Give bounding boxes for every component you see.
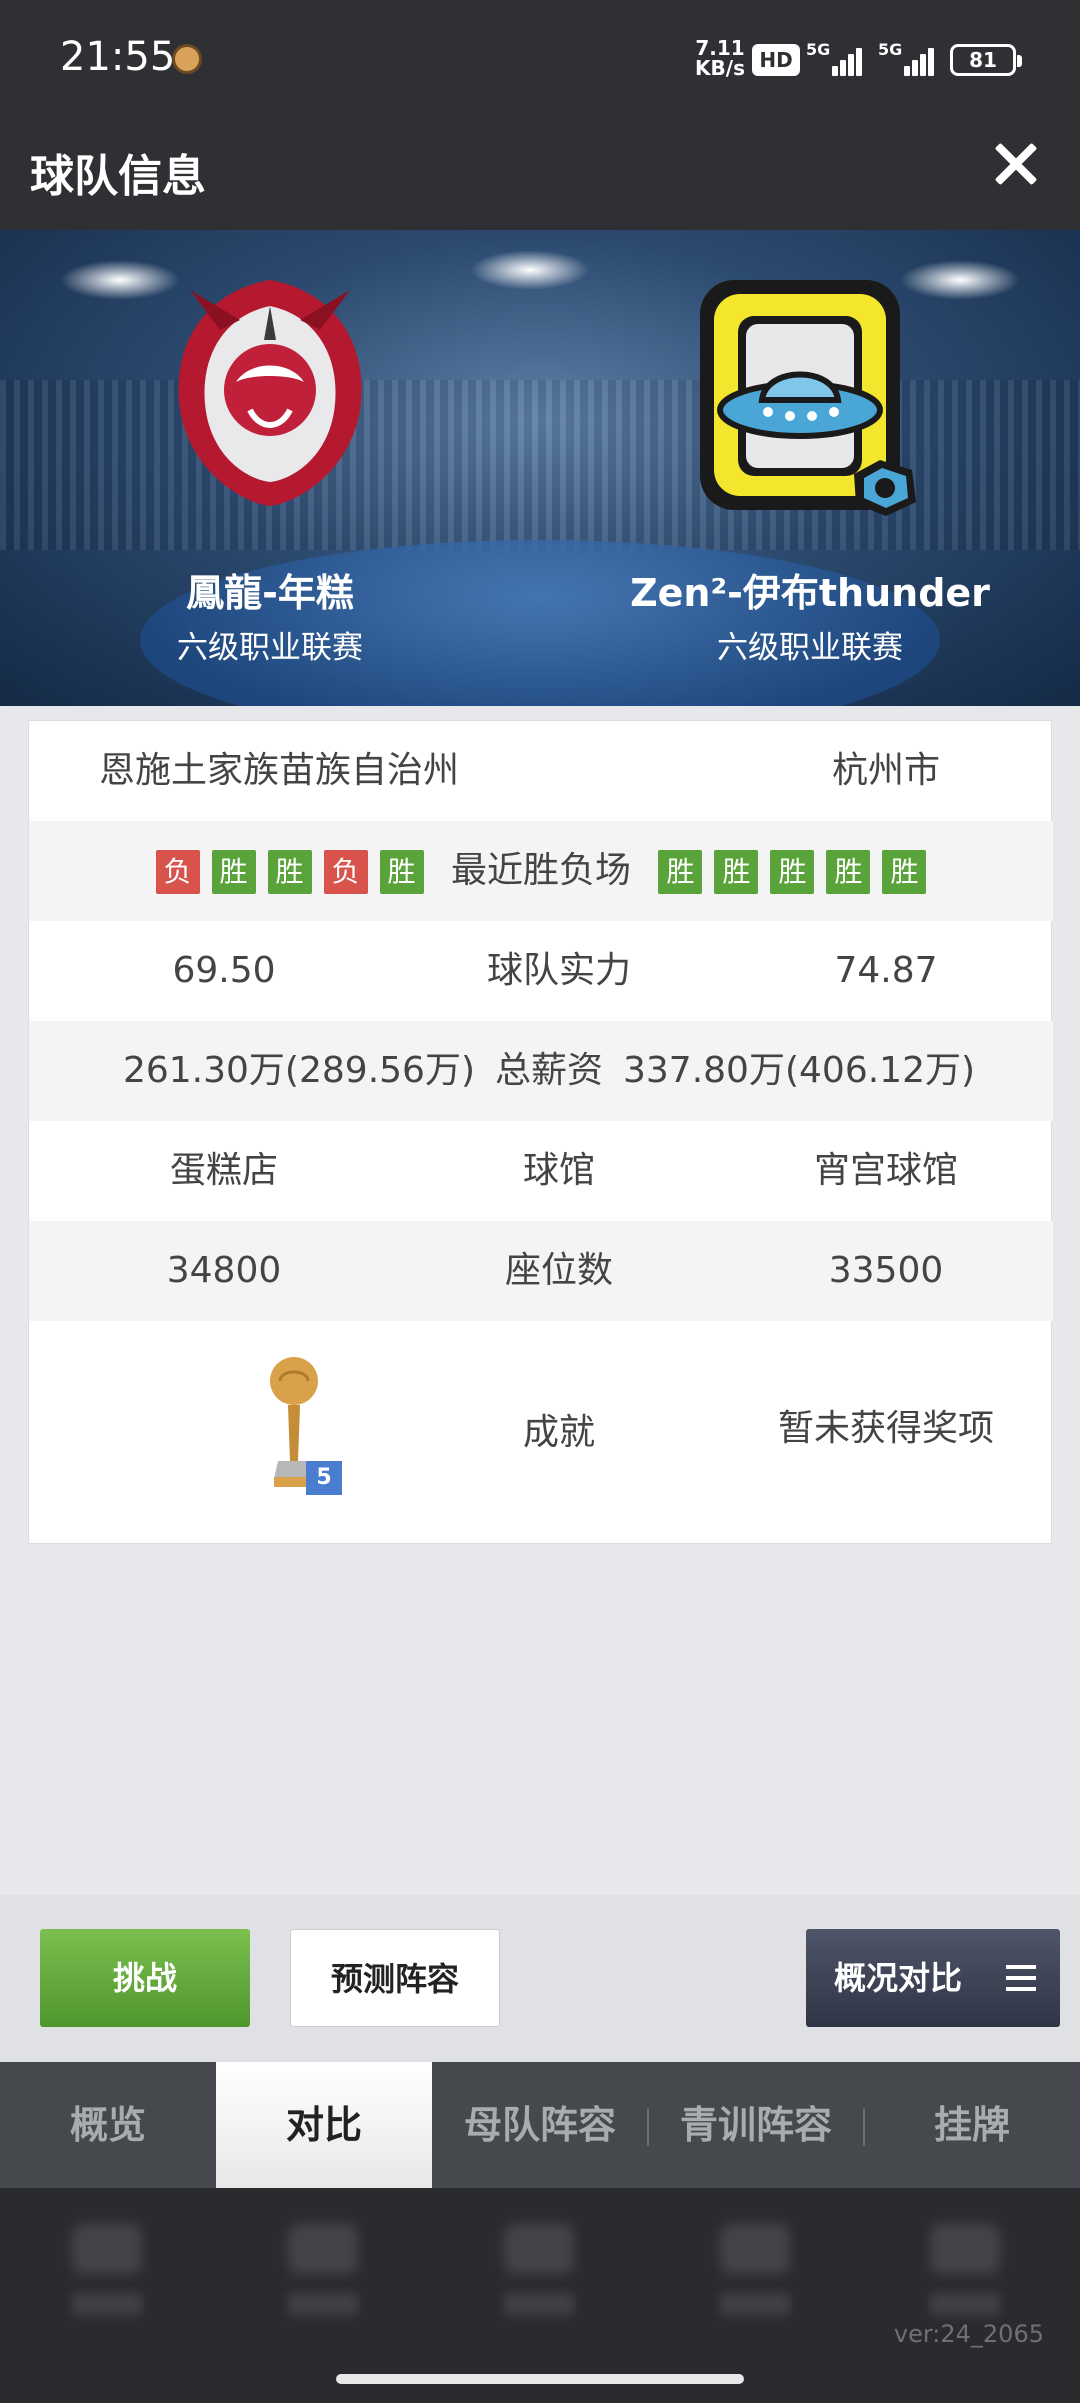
recent-label: 最近胜负场 xyxy=(450,850,631,891)
signal-icon-2: 5G xyxy=(878,40,936,76)
left-recent-badge: 胜 xyxy=(379,850,424,894)
strength-label: 球队实力 xyxy=(486,950,631,991)
nav-item-label xyxy=(930,2292,1000,2316)
network-rate: 7.11 KB/s xyxy=(695,36,745,80)
arena-label: 球馆 xyxy=(522,1150,595,1191)
home-indicator[interactable] xyxy=(336,2374,744,2384)
left-seats: 34800 xyxy=(166,1250,282,1291)
challenge-button[interactable]: 挑战 xyxy=(40,1929,250,2027)
overview-compare-button[interactable]: 概况对比 xyxy=(806,1929,1060,2027)
team-left-logo[interactable] xyxy=(150,270,390,510)
predict-lineup-button[interactable]: 预测阵容 xyxy=(290,1929,500,2027)
table-row-location: 恩施土家族苗族自治州 杭州市 xyxy=(29,721,1053,821)
right-location: 杭州市 xyxy=(831,750,940,791)
signal-icon: 5G xyxy=(806,40,864,76)
left-location: 恩施土家族苗族自治州 xyxy=(98,750,459,791)
right-strength: 74.87 xyxy=(834,950,938,991)
action-bar: 挑战 预测阵容 概况对比 xyxy=(0,1895,1080,2062)
tab-overview[interactable]: 概览 xyxy=(0,2062,216,2188)
right-seats: 33500 xyxy=(828,1250,944,1291)
left-recent-badge: 胜 xyxy=(211,850,256,894)
comparison-table: 恩施土家族苗族自治州 杭州市 负胜胜负胜 最近胜负场 胜胜胜胜胜 69.50 球… xyxy=(28,720,1053,1545)
close-icon[interactable] xyxy=(990,138,1042,190)
sim2-label: 5G xyxy=(878,40,903,59)
right-recent-badges: 胜胜胜胜胜 xyxy=(652,850,932,894)
left-strength: 69.50 xyxy=(172,950,276,991)
tab-listing[interactable]: 挂牌 xyxy=(864,2062,1080,2188)
right-recent-badge: 胜 xyxy=(658,850,703,894)
team-right: Zen²-伊布thunder 六级职业联赛 xyxy=(540,230,1080,706)
tab-parent-roster[interactable]: 母队阵容 xyxy=(432,2062,648,2188)
team-right-league: 六级职业联赛 xyxy=(717,630,903,666)
nav-item-icon[interactable] xyxy=(72,2224,142,2274)
team-right-name: Zen²-伊布thunder xyxy=(630,571,990,615)
bottom-nav: ver:24_2065 xyxy=(0,2188,1080,2403)
team-left-name: 鳳龍-年糕 xyxy=(186,571,354,615)
right-recent-badge: 胜 xyxy=(882,850,927,894)
team-right-logo[interactable] xyxy=(680,270,940,530)
nav-item-icon[interactable] xyxy=(504,2224,574,2274)
left-arena: 蛋糕店 xyxy=(169,1150,278,1191)
table-row-recent: 负胜胜负胜 最近胜负场 胜胜胜胜胜 xyxy=(29,821,1053,921)
table-row-arena: 蛋糕店 球馆 宵宫球馆 xyxy=(29,1121,1053,1221)
left-recent-badge: 胜 xyxy=(267,850,312,894)
hd-icon: HD xyxy=(752,44,800,76)
status-time: 21:55 xyxy=(60,34,176,80)
nav-item-icon[interactable] xyxy=(930,2224,1000,2274)
nav-item-label xyxy=(72,2292,142,2316)
tab-youth-roster[interactable]: 青训阵容 xyxy=(648,2062,864,2188)
table-row-achievements: 5 成就 暂未获得奖项 xyxy=(29,1321,1053,1545)
sim1-label: 5G xyxy=(806,40,831,59)
table-row-seats: 34800 座位数 33500 xyxy=(29,1221,1053,1321)
table-row-strength: 69.50 球队实力 74.87 xyxy=(29,921,1053,1021)
right-recent-badge: 胜 xyxy=(826,850,871,894)
overview-compare-label: 概况对比 xyxy=(834,1959,963,1997)
left-recent-badge: 负 xyxy=(155,850,200,894)
nav-item-label xyxy=(288,2292,358,2316)
trophy-icon[interactable]: 5 xyxy=(254,1351,342,1501)
salary-label: 总薪资 xyxy=(494,1050,603,1091)
left-recent-badge: 负 xyxy=(323,850,368,894)
tab-bar: 概览 对比 母队阵容 青训阵容 挂牌 xyxy=(0,2062,1080,2188)
right-arena: 宵宫球馆 xyxy=(813,1150,958,1191)
right-salary: 337.80万(406.12万) xyxy=(623,1050,976,1091)
right-achievements: 暂未获得奖项 xyxy=(777,1408,994,1449)
left-recent-badges: 负胜胜负胜 xyxy=(150,850,430,894)
right-recent-badge: 胜 xyxy=(714,850,759,894)
right-recent-badge: 胜 xyxy=(770,850,815,894)
table-row-salary: 261.30万(289.56万) 总薪资 337.80万(406.12万) xyxy=(29,1021,1053,1121)
achievements-label: 成就 xyxy=(522,1412,595,1453)
seats-label: 座位数 xyxy=(504,1250,613,1291)
trophy-count: 5 xyxy=(306,1461,342,1495)
page-title: 球队信息 xyxy=(30,151,206,202)
nav-item-icon[interactable] xyxy=(720,2224,790,2274)
nav-item-label xyxy=(504,2292,574,2316)
battery-icon: 81 xyxy=(950,44,1022,76)
nav-item-label xyxy=(720,2292,790,2316)
team-banner: 鳳龍-年糕 六级职业联赛 Zen²-伊布thunder 六级职业联赛 xyxy=(0,230,1080,706)
team-left-league: 六级职业联赛 xyxy=(177,630,363,666)
tab-compare[interactable]: 对比 xyxy=(216,2062,432,2188)
recent-results: 负胜胜负胜 最近胜负场 胜胜胜胜胜 xyxy=(29,821,1053,921)
menu-icon xyxy=(1006,1965,1036,1991)
team-left: 鳳龍-年糕 六级职业联赛 xyxy=(0,230,540,706)
title-bar: 球队信息 xyxy=(0,108,1080,230)
left-salary: 261.30万(289.56万) xyxy=(122,1050,475,1091)
status-bar: 21:55 7.11 KB/s HD 5G 5G 81 xyxy=(0,0,1080,108)
notification-avatar-icon xyxy=(172,44,202,74)
nav-item-icon[interactable] xyxy=(288,2224,358,2274)
version-label: ver:24_2065 xyxy=(893,2320,1044,2348)
